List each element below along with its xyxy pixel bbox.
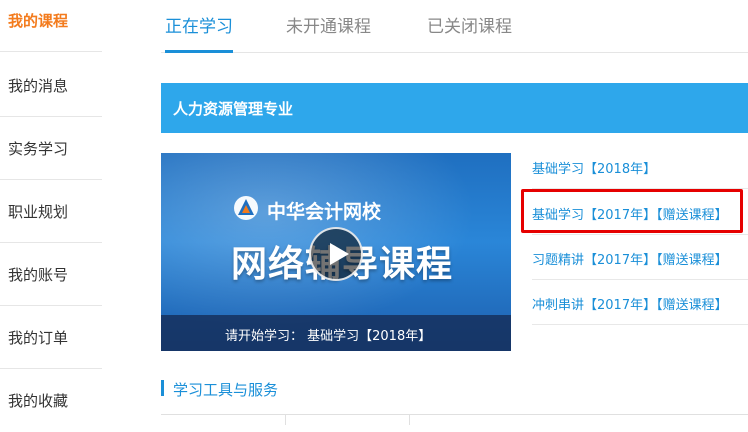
school-logo-icon xyxy=(234,196,258,220)
sidebar-item-orders[interactable]: 我的订单 xyxy=(0,307,102,369)
video-caption-bar: 请开始学习： 基础学习【2018年】 xyxy=(161,315,511,351)
course-link[interactable]: 习题精讲【2017年】【赠送课程】 xyxy=(532,249,728,268)
course-item[interactable]: 习题精讲【2017年】【赠送课程】 xyxy=(532,234,748,280)
sidebar: 我的课程 我的消息 实务学习 职业规划 我的账号 我的订单 我的收藏 xyxy=(0,0,102,425)
school-logo-text: 中华会计网校 xyxy=(267,201,382,223)
sidebar-item-messages[interactable]: 我的消息 xyxy=(0,55,102,117)
play-button[interactable] xyxy=(309,227,363,281)
video-caption: 请开始学习： 基础学习【2018年】 xyxy=(225,329,432,344)
heading-accent-bar xyxy=(161,380,164,396)
sidebar-item-account[interactable]: 我的账号 xyxy=(0,244,102,306)
tools-cell-divider xyxy=(285,414,286,425)
course-link[interactable]: 冲刺串讲【2017年】【赠送课程】 xyxy=(532,294,728,313)
video-player[interactable]: 中华会计网校 网络辅导课程 请开始学习： 基础学习【2018年】 xyxy=(161,153,511,351)
course-link[interactable]: 基础学习【2018年】 xyxy=(532,158,656,177)
major-header: 人力资源管理专业 xyxy=(161,83,748,133)
tools-divider xyxy=(161,414,748,415)
highlight-box xyxy=(521,189,743,233)
tools-title: 学习工具与服务 xyxy=(173,381,279,399)
sidebar-item-favorites[interactable]: 我的收藏 xyxy=(0,370,102,432)
tab-studying[interactable]: 正在学习 xyxy=(165,12,233,53)
tools-cell-divider xyxy=(409,414,410,425)
course-tabs: 正在学习 未开通课程 已关闭课程 xyxy=(161,0,748,53)
sidebar-item-career[interactable]: 职业规划 xyxy=(0,181,102,243)
major-title: 人力资源管理专业 xyxy=(173,100,294,118)
sidebar-item-my-courses[interactable]: 我的课程 xyxy=(0,0,102,52)
sidebar-item-practice[interactable]: 实务学习 xyxy=(0,118,102,180)
tab-closed[interactable]: 已关闭课程 xyxy=(427,12,512,52)
course-item[interactable]: 基础学习【2018年】 xyxy=(532,143,748,189)
play-icon xyxy=(330,243,349,265)
course-item[interactable]: 冲刺串讲【2017年】【赠送课程】 xyxy=(532,279,748,325)
tab-not-opened[interactable]: 未开通课程 xyxy=(286,12,371,52)
